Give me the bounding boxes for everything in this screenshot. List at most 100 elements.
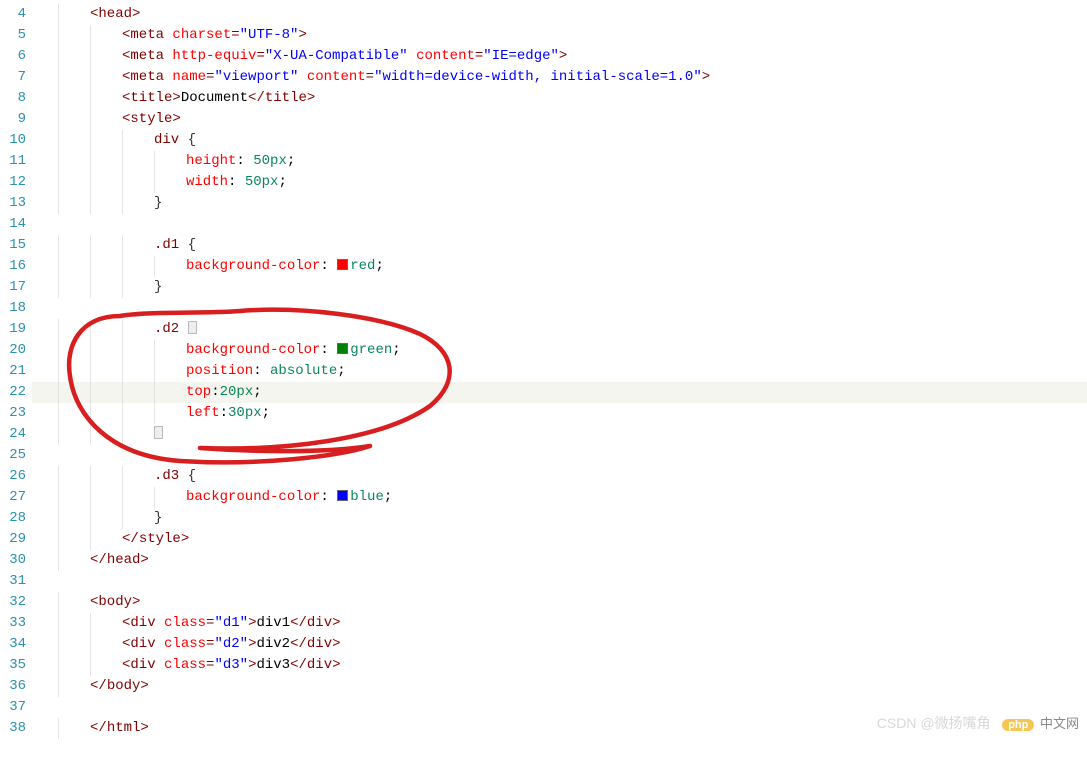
fold-marker-icon[interactable] (188, 321, 197, 334)
code-token: ; (262, 405, 270, 421)
code-token (179, 468, 187, 484)
code-token: background-color (186, 258, 320, 274)
php-logo-icon: php (1002, 719, 1034, 731)
code-token: class (164, 636, 206, 652)
line-number: 27 (0, 487, 34, 508)
code-token: div (307, 657, 332, 673)
line-number: 7 (0, 67, 34, 88)
line-number: 30 (0, 550, 34, 571)
code-token: ; (337, 363, 345, 379)
code-token (298, 69, 306, 85)
code-line[interactable] (34, 214, 1087, 235)
code-line[interactable]: </head> (34, 550, 1087, 571)
code-line[interactable]: <body> (34, 592, 1087, 613)
code-token: title (265, 90, 307, 106)
line-number: 23 (0, 403, 34, 424)
code-line[interactable] (34, 571, 1087, 592)
code-line[interactable]: .d3 { (34, 466, 1087, 487)
code-token: div (154, 132, 179, 148)
code-token: 30px (228, 405, 262, 421)
code-line[interactable] (34, 424, 1087, 445)
code-token: > (332, 636, 340, 652)
code-token: html (107, 720, 141, 736)
code-line[interactable]: position: absolute; (34, 361, 1087, 382)
code-line[interactable]: div { (34, 130, 1087, 151)
code-line[interactable]: width: 50px; (34, 172, 1087, 193)
code-token: > (140, 720, 148, 736)
code-line[interactable]: <meta name="viewport" content="width=dev… (34, 67, 1087, 88)
code-line[interactable]: </body> (34, 676, 1087, 697)
code-token: ; (375, 258, 383, 274)
code-line[interactable]: <div class="d1">div1</div> (34, 613, 1087, 634)
line-number: 18 (0, 298, 34, 319)
code-token: = (231, 27, 239, 43)
code-line[interactable]: <title>Document</title> (34, 88, 1087, 109)
code-line[interactable]: .d1 { (34, 235, 1087, 256)
code-line[interactable]: height: 50px; (34, 151, 1087, 172)
code-token: </ (290, 636, 307, 652)
code-line[interactable]: background-color: red; (34, 256, 1087, 277)
code-token (156, 636, 164, 652)
line-number: 37 (0, 697, 34, 718)
code-token (156, 657, 164, 673)
code-line[interactable] (34, 298, 1087, 319)
code-line[interactable]: <div class="d3">div3</div> (34, 655, 1087, 676)
code-line[interactable]: background-color: green; (34, 340, 1087, 361)
code-editor[interactable]: 4567891011121314151617181920212223242526… (0, 0, 1087, 739)
code-token: > (140, 552, 148, 568)
code-token (179, 132, 187, 148)
color-swatch-icon (337, 259, 348, 270)
line-number: 17 (0, 277, 34, 298)
code-token: position (186, 363, 253, 379)
line-number: 25 (0, 445, 34, 466)
code-line[interactable]: <div class="d2">div2</div> (34, 634, 1087, 655)
code-line[interactable]: left:30px; (34, 403, 1087, 424)
code-token: "d2" (214, 636, 248, 652)
code-token: 50px (253, 153, 287, 169)
code-token: div (130, 636, 155, 652)
code-token: height (186, 153, 236, 169)
line-number: 33 (0, 613, 34, 634)
line-number: 29 (0, 529, 34, 550)
code-token: Document (181, 90, 248, 106)
code-line[interactable]: } (34, 508, 1087, 529)
code-line[interactable]: } (34, 277, 1087, 298)
watermark-cn-text: 中文网 (1040, 716, 1079, 731)
line-number: 21 (0, 361, 34, 382)
code-token: body (107, 678, 141, 694)
line-number: 6 (0, 46, 34, 67)
code-line[interactable]: <head> (34, 4, 1087, 25)
code-token: > (172, 111, 180, 127)
code-token: > (307, 90, 315, 106)
code-line[interactable]: </style> (34, 529, 1087, 550)
line-number: 24 (0, 424, 34, 445)
code-line[interactable]: <meta charset="UTF-8"> (34, 25, 1087, 46)
code-line[interactable]: <style> (34, 109, 1087, 130)
line-number: 12 (0, 172, 34, 193)
code-line[interactable] (34, 445, 1087, 466)
code-token: 50px (245, 174, 279, 190)
code-token (408, 48, 416, 64)
code-token: : (253, 363, 270, 379)
line-number: 22 (0, 382, 34, 403)
watermark: CSDN @微扬嘴角 php 中文网 (877, 713, 1079, 733)
code-token: div1 (256, 615, 290, 631)
code-token: } (154, 279, 162, 295)
code-line[interactable]: .d2 (34, 319, 1087, 340)
code-line[interactable]: background-color: blue; (34, 487, 1087, 508)
code-token: 20px (220, 384, 254, 400)
code-area[interactable]: <head><meta charset="UTF-8"><meta http-e… (34, 0, 1087, 739)
code-token: http-equiv (172, 48, 256, 64)
code-line[interactable]: <meta http-equiv="X-UA-Compatible" conte… (34, 46, 1087, 67)
code-token: { (188, 468, 196, 484)
line-number: 38 (0, 718, 34, 739)
code-token: style (139, 531, 181, 547)
code-line[interactable]: } (34, 193, 1087, 214)
line-number: 31 (0, 571, 34, 592)
code-token: width (186, 174, 228, 190)
fold-marker-icon[interactable] (154, 426, 163, 439)
code-token: class (164, 615, 206, 631)
code-line[interactable]: top:20px; (34, 382, 1087, 403)
code-token: div (130, 615, 155, 631)
code-token: > (332, 657, 340, 673)
